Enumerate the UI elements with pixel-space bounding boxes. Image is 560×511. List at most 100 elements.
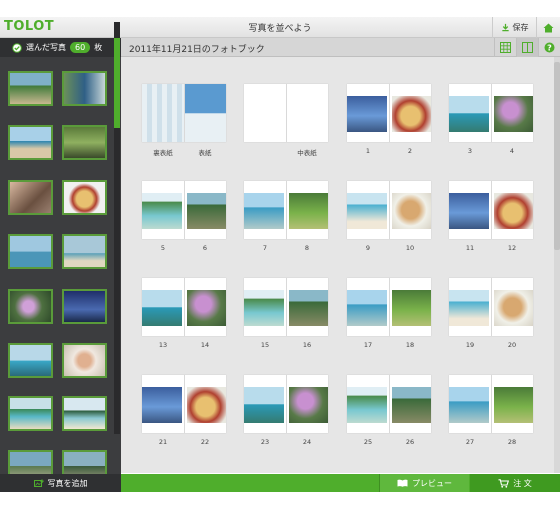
photo-thumbnail[interactable] bbox=[8, 289, 53, 324]
page-spread[interactable] bbox=[244, 278, 328, 336]
add-photos-button[interactable]: 写真を追加 bbox=[0, 474, 121, 492]
page-number-label: 22 bbox=[200, 438, 210, 446]
right-page[interactable] bbox=[184, 181, 226, 239]
left-page[interactable] bbox=[347, 375, 389, 433]
page-number-label: 12 bbox=[507, 244, 517, 252]
photo-thumbnail[interactable] bbox=[8, 71, 53, 106]
page-number-label: 20 bbox=[507, 341, 517, 349]
left-page[interactable] bbox=[449, 181, 491, 239]
photo-thumbnail[interactable] bbox=[8, 180, 53, 215]
right-page[interactable] bbox=[389, 84, 431, 142]
photo-thumbnail[interactable] bbox=[62, 343, 107, 378]
left-page[interactable] bbox=[244, 278, 286, 336]
save-label: 保存 bbox=[512, 23, 529, 32]
left-page[interactable] bbox=[449, 84, 491, 142]
right-page[interactable] bbox=[286, 278, 328, 336]
right-page[interactable] bbox=[389, 375, 431, 433]
page-spread[interactable] bbox=[347, 278, 431, 336]
page-number-label: 9 bbox=[365, 244, 371, 252]
order-label: 注 文 bbox=[513, 478, 532, 488]
page-number-label: 5 bbox=[160, 244, 166, 252]
book-icon bbox=[397, 479, 408, 487]
bottom-bar: プレビュー 注 文 bbox=[121, 474, 560, 492]
photo-thumbnail[interactable] bbox=[62, 396, 107, 431]
left-page[interactable] bbox=[142, 84, 184, 142]
page-spread[interactable] bbox=[347, 375, 431, 433]
spread-canvas: 裏表紙 表紙 中表紙 1 2 3 4 5 6 7 8 9 10 11 12 13 14 15 16 17 18 19 20 2… bbox=[121, 57, 554, 473]
left-page[interactable] bbox=[347, 84, 389, 142]
check-circle-icon bbox=[12, 42, 22, 53]
photo-thumbnail[interactable] bbox=[62, 289, 107, 324]
photo-thumbnail[interactable] bbox=[62, 180, 107, 215]
page-number-label: 13 bbox=[158, 341, 168, 349]
left-page[interactable] bbox=[449, 375, 491, 433]
right-page[interactable] bbox=[389, 181, 431, 239]
page-spread[interactable] bbox=[347, 84, 431, 142]
right-page[interactable] bbox=[491, 181, 533, 239]
page-spread[interactable] bbox=[142, 375, 226, 433]
page-spread[interactable] bbox=[244, 181, 328, 239]
photo-thumbnail[interactable] bbox=[8, 125, 53, 160]
page-number-label: 11 bbox=[465, 244, 475, 252]
page-spread[interactable] bbox=[449, 375, 533, 433]
canvas-scroll-thumb[interactable] bbox=[554, 62, 560, 250]
home-button[interactable] bbox=[536, 17, 560, 38]
photo-thumbnail[interactable] bbox=[8, 396, 53, 431]
page-number-label: 裏表紙 bbox=[153, 149, 173, 157]
right-page[interactable] bbox=[389, 278, 431, 336]
right-page[interactable] bbox=[184, 278, 226, 336]
photo-thumbnail[interactable] bbox=[62, 234, 107, 269]
page-number-label: 3 bbox=[467, 147, 473, 155]
right-page[interactable] bbox=[491, 278, 533, 336]
left-page[interactable] bbox=[347, 181, 389, 239]
photo-thumbnail[interactable] bbox=[62, 125, 107, 160]
grid-view-button[interactable] bbox=[494, 38, 516, 57]
page-title: 写真を並べよう bbox=[248, 24, 312, 34]
right-page[interactable] bbox=[286, 84, 328, 142]
spread-view-button[interactable] bbox=[516, 38, 538, 57]
page-spread[interactable] bbox=[142, 84, 226, 142]
top-bar: TOLOT 写真を並べよう 保存 bbox=[0, 17, 560, 38]
left-page[interactable] bbox=[244, 375, 286, 433]
save-button[interactable]: 保存 bbox=[492, 17, 536, 38]
page-spread[interactable] bbox=[142, 181, 226, 239]
page-number-label: 23 bbox=[260, 438, 270, 446]
page-spread[interactable] bbox=[347, 181, 431, 239]
page-number-label: 7 bbox=[262, 244, 268, 252]
page-number-label: 中表紙 bbox=[297, 149, 317, 157]
preview-label: プレビュー bbox=[412, 478, 452, 488]
page-number-label: 25 bbox=[363, 438, 373, 446]
right-page[interactable] bbox=[184, 375, 226, 433]
photo-thumbnail[interactable] bbox=[8, 343, 53, 378]
left-page[interactable] bbox=[142, 278, 184, 336]
left-page[interactable] bbox=[244, 84, 286, 142]
page-spread[interactable] bbox=[449, 84, 533, 142]
right-page[interactable] bbox=[491, 375, 533, 433]
count-unit: 枚 bbox=[94, 43, 103, 52]
help-button[interactable]: ? bbox=[538, 38, 560, 57]
help-icon: ? bbox=[544, 42, 555, 53]
page-spread[interactable] bbox=[449, 181, 533, 239]
left-page[interactable] bbox=[449, 278, 491, 336]
left-page[interactable] bbox=[347, 278, 389, 336]
photo-thumbnail[interactable] bbox=[62, 71, 107, 106]
sidebar-scroll-thumb[interactable] bbox=[114, 38, 120, 128]
order-button[interactable]: 注 文 bbox=[470, 474, 560, 492]
download-icon bbox=[501, 23, 509, 32]
left-page[interactable] bbox=[142, 375, 184, 433]
preview-button[interactable]: プレビュー bbox=[379, 474, 469, 492]
photo-thumbnail[interactable] bbox=[8, 234, 53, 269]
right-page[interactable] bbox=[184, 84, 226, 142]
left-page[interactable] bbox=[244, 181, 286, 239]
page-spread[interactable] bbox=[244, 375, 328, 433]
page-number-label: 17 bbox=[363, 341, 373, 349]
right-page[interactable] bbox=[286, 375, 328, 433]
selected-photos-header: 選んだ写真 60 枚 bbox=[0, 38, 121, 57]
left-page[interactable] bbox=[142, 181, 184, 239]
page-spread[interactable] bbox=[449, 278, 533, 336]
page-spread[interactable] bbox=[142, 278, 226, 336]
cart-icon bbox=[498, 478, 510, 488]
right-page[interactable] bbox=[286, 181, 328, 239]
right-page[interactable] bbox=[491, 84, 533, 142]
page-spread[interactable] bbox=[244, 84, 328, 142]
